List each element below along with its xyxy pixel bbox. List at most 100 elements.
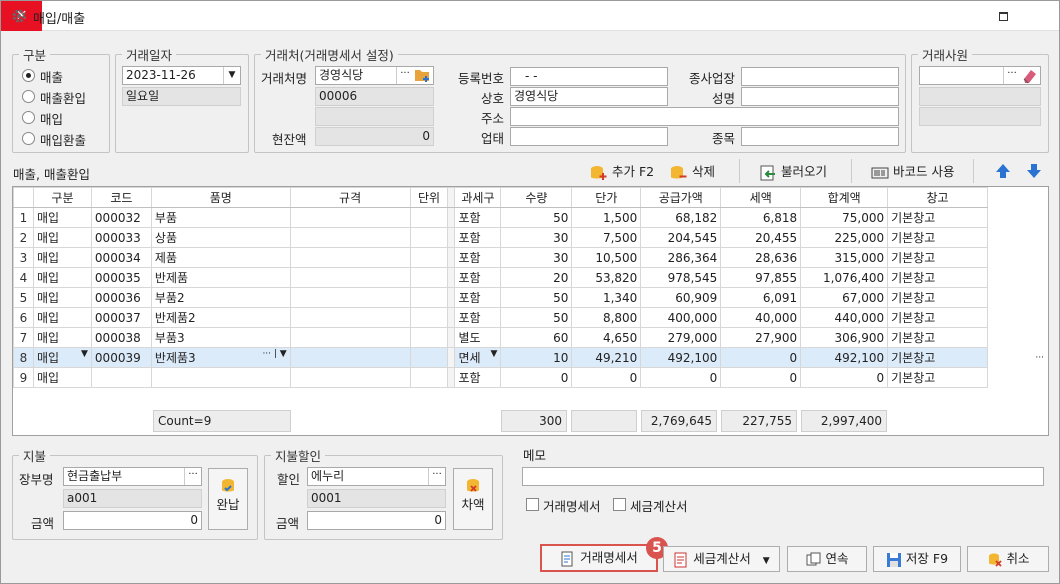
cell-total[interactable]: 75,000	[800, 207, 889, 228]
cell-unit[interactable]	[409, 287, 449, 308]
cell-name[interactable]: 반제품	[150, 267, 291, 288]
cell-spec[interactable]	[289, 347, 411, 368]
header-name[interactable]: 품명	[150, 187, 291, 208]
cell-warehouse[interactable]: 기본창고	[887, 247, 989, 268]
cell-spec[interactable]	[289, 267, 411, 288]
cell-code[interactable]: 000037	[90, 307, 152, 328]
cell-tax[interactable]: 포함	[454, 367, 502, 388]
cell-unit[interactable]	[409, 207, 449, 228]
discount-amount-input[interactable]: 0	[307, 511, 446, 530]
cell-price[interactable]: 49,210	[571, 347, 642, 368]
partner-search-button[interactable]: ···	[396, 67, 413, 84]
cell-tax[interactable]: 포함	[454, 287, 502, 308]
save-button[interactable]: 저장 F9	[873, 546, 961, 572]
cell-supply[interactable]: 279,000	[640, 327, 722, 348]
cell-spec[interactable]	[289, 367, 411, 388]
cell-vat[interactable]: 28,636	[720, 247, 802, 268]
cell-unit[interactable]	[409, 227, 449, 248]
cell-code[interactable]: 000038	[90, 327, 152, 348]
cell-total[interactable]: 440,000	[800, 307, 889, 328]
name-dropdown-icon[interactable]: ··· | ▼	[262, 349, 286, 359]
branch-input[interactable]	[741, 67, 899, 86]
cell-qty[interactable]: 10	[500, 347, 573, 368]
cell-name[interactable]: 반제품2	[150, 307, 291, 328]
cell-unit[interactable]	[409, 267, 449, 288]
cell-tax[interactable]: 포함	[454, 227, 502, 248]
cell-qty[interactable]: 30	[500, 227, 573, 248]
cell-vat[interactable]: 6,091	[720, 287, 802, 308]
chevron-down-icon[interactable]: ▼	[763, 556, 770, 566]
cell-tax[interactable]: 포함	[454, 247, 502, 268]
staff-search-button[interactable]: ···	[1003, 67, 1020, 84]
cell-warehouse[interactable]: 기본창고	[887, 227, 989, 248]
cell-name[interactable]: 반제품3 ··· | ▼	[150, 347, 291, 368]
cell-price[interactable]: 7,500	[571, 227, 642, 248]
header-total[interactable]: 합계액	[800, 187, 889, 208]
header-price[interactable]: 단가	[571, 187, 642, 208]
cell-gubun[interactable]: 매입	[32, 327, 92, 348]
ceo-input[interactable]	[741, 87, 899, 106]
gubun-dropdown-icon[interactable]: ▼	[81, 349, 88, 359]
cell-price[interactable]: 8,800	[571, 307, 642, 328]
header-unit[interactable]: 단위	[409, 187, 449, 208]
cell-code[interactable]: 000039	[90, 347, 152, 368]
cell-qty[interactable]: 50	[500, 287, 573, 308]
continuous-button[interactable]: 연속	[787, 546, 867, 572]
cell-vat[interactable]: 40,000	[720, 307, 802, 328]
partner-add-icon[interactable]	[414, 67, 432, 84]
table-row[interactable]: 2 매입 000033 상품 포함 30 7,500 204,545 20,455 225,000…	[13, 227, 1048, 248]
table-row[interactable]: 5 매입 000036 부품2 포함 50 1,340 60,909 6,091 67,000 기본…	[13, 287, 1048, 308]
reg-number-input[interactable]: - -	[510, 67, 668, 86]
minimize-button[interactable]	[991, 5, 1015, 27]
header-tax[interactable]: 과세구	[454, 187, 502, 208]
table-row[interactable]: 1 매입 000032 부품 포함 50 1,500 68,182 6,818 75,000 기본창…	[13, 207, 1048, 228]
book-search-button[interactable]: ···	[184, 468, 201, 485]
cell-tax[interactable]: 포함	[454, 267, 502, 288]
cell-unit[interactable]	[409, 307, 449, 328]
cell-supply[interactable]: 68,182	[640, 207, 722, 228]
cell-total[interactable]: 1,076,400	[800, 267, 889, 288]
cell-gubun[interactable]: 매입	[32, 227, 92, 248]
cancel-button[interactable]: 취소	[967, 546, 1049, 572]
cell-qty[interactable]: 50	[500, 207, 573, 228]
address-input[interactable]	[510, 107, 899, 126]
cell-supply[interactable]: 286,364	[640, 247, 722, 268]
cell-spec[interactable]	[289, 207, 411, 228]
cell-price[interactable]: 4,650	[571, 327, 642, 348]
warehouse-search-icon[interactable]: ···	[1035, 353, 1044, 363]
cell-price[interactable]: 53,820	[571, 267, 642, 288]
cell-supply[interactable]: 400,000	[640, 307, 722, 328]
load-button[interactable]: 불러오기	[759, 162, 827, 182]
cell-qty[interactable]: 20	[500, 267, 573, 288]
cell-code[interactable]: 000034	[90, 247, 152, 268]
discount-search-button[interactable]: ···	[428, 468, 445, 485]
cell-code[interactable]: 000035	[90, 267, 152, 288]
cell-vat[interactable]: 97,855	[720, 267, 802, 288]
radio-purchase-return[interactable]	[22, 132, 35, 145]
cell-name[interactable]: 제품	[150, 247, 291, 268]
header-supply[interactable]: 공급가액	[640, 187, 722, 208]
date-dropdown-icon[interactable]: ▼	[223, 67, 240, 84]
cell-name[interactable]: 부품	[150, 207, 291, 228]
cell-supply[interactable]: 60,909	[640, 287, 722, 308]
cell-qty[interactable]: 50	[500, 307, 573, 328]
cell-vat[interactable]: 6,818	[720, 207, 802, 228]
cell-total[interactable]: 225,000	[800, 227, 889, 248]
header-vat[interactable]: 세액	[720, 187, 802, 208]
cell-price[interactable]: 1,340	[571, 287, 642, 308]
cell-warehouse[interactable]: 기본창고	[887, 367, 989, 388]
cell-supply[interactable]: 492,100	[640, 347, 722, 368]
item-input[interactable]	[741, 127, 899, 146]
statement-button[interactable]: 거래명세서	[540, 544, 658, 572]
full-pay-button[interactable]: 완납	[208, 468, 248, 530]
cell-name[interactable]	[150, 367, 291, 388]
header-code[interactable]: 코드	[90, 187, 152, 208]
cell-unit[interactable]	[409, 247, 449, 268]
cell-gubun[interactable]: 매입	[32, 287, 92, 308]
cell-total[interactable]: 492,100	[800, 347, 889, 368]
statement-checkbox[interactable]	[526, 498, 539, 511]
cell-warehouse[interactable]: 기본창고	[887, 347, 989, 368]
cell-code[interactable]: 000036	[90, 287, 152, 308]
payment-amount-input[interactable]: 0	[63, 511, 202, 530]
eraser-icon[interactable]	[1021, 67, 1039, 84]
